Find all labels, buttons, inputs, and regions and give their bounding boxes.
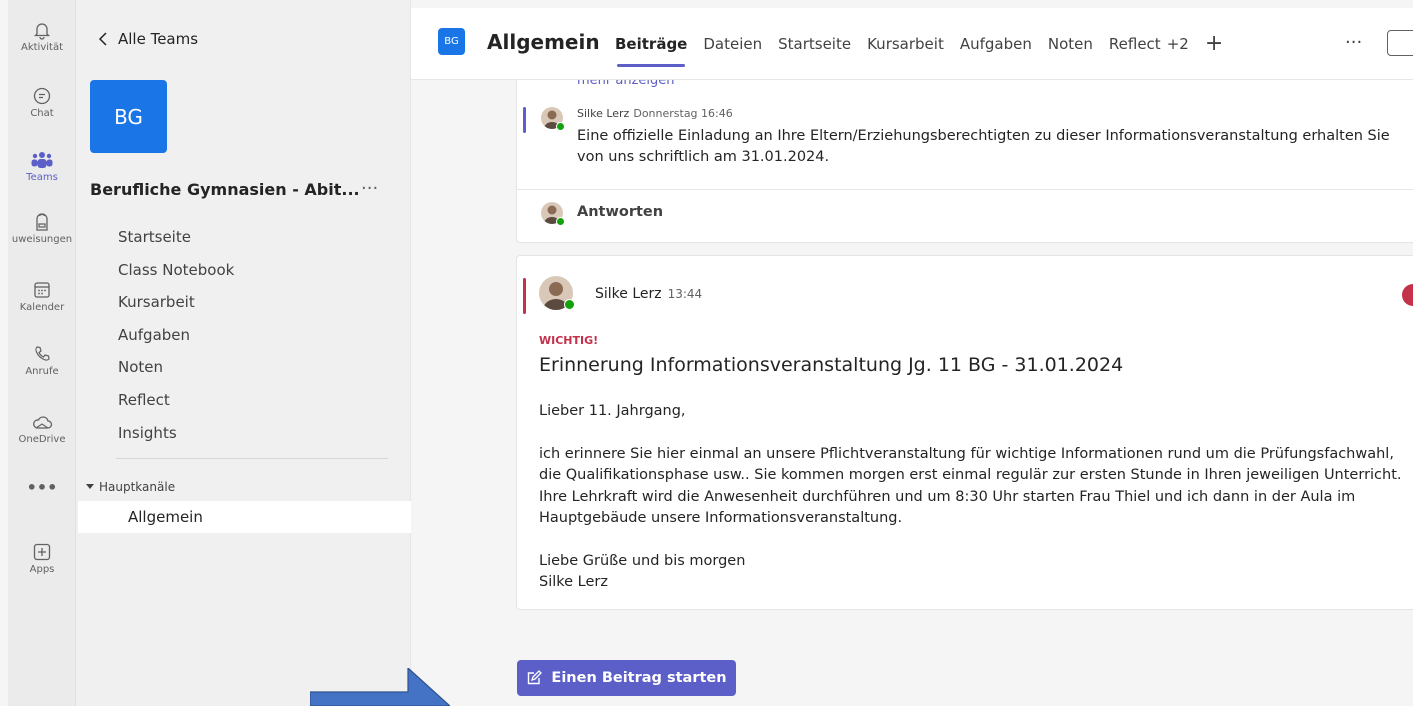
post-text: ich erinnere Sie hier einmal an unsere P… xyxy=(539,445,1402,527)
tab-reflect[interactable]: Reflect xyxy=(1109,35,1161,53)
team-more-button[interactable]: ··· xyxy=(361,178,378,199)
tab-aufgaben[interactable]: Aufgaben xyxy=(960,35,1032,53)
reply-accent-bar xyxy=(523,107,526,133)
cloud-icon xyxy=(33,416,53,429)
tab-noten[interactable]: Noten xyxy=(1048,35,1093,53)
post-card: Silke Lerz 13:44 WICHTIG! Erinnerung Info… xyxy=(516,255,1413,610)
rail-assignments-label: uweisungen xyxy=(11,234,73,245)
backpack-icon xyxy=(36,213,48,231)
important-flag: WICHTIG! xyxy=(539,334,599,347)
rail-more[interactable]: ••• xyxy=(8,478,76,497)
show-more-link[interactable]: mehr anzeigen xyxy=(577,80,675,88)
rail-calendar-label: Kalender xyxy=(19,302,65,313)
rail-onedrive[interactable]: OneDrive xyxy=(8,414,76,445)
post-body: Lieber 11. Jahrgang, ich erinnere Sie hi… xyxy=(539,401,1409,594)
add-apps-icon xyxy=(33,543,51,561)
presence-badge xyxy=(556,217,565,226)
rail-calls-label: Anrufe xyxy=(25,366,59,377)
rail-teams-label: Teams xyxy=(26,172,58,183)
channel-header: BG Allgemein Beiträge Dateien Startseite… xyxy=(411,8,1413,80)
rail-teams[interactable]: Teams xyxy=(8,150,76,183)
post-time: 13:44 xyxy=(667,287,703,301)
back-to-all-teams[interactable]: Alle Teams xyxy=(98,30,198,48)
channel-allgemein[interactable]: Allgemein xyxy=(78,501,411,533)
team-nav: Startseite Class Notebook Kursarbeit Auf… xyxy=(118,226,234,454)
add-tab-icon[interactable]: + xyxy=(1205,33,1223,55)
channels-header[interactable]: Hauptkanäle xyxy=(86,480,175,494)
reaction-badge[interactable] xyxy=(1402,284,1413,306)
rail-apps-label: Apps xyxy=(29,564,55,575)
annotation-arrow-icon xyxy=(310,668,450,706)
post-author: Silke Lerz 13:44 xyxy=(595,286,702,302)
teams-icon xyxy=(31,152,53,168)
header-more-button[interactable]: ··· xyxy=(1345,32,1362,53)
channel-tabs: Beiträge Dateien Startseite Kursarbeit A… xyxy=(615,33,1223,67)
team-nav-class-notebook[interactable]: Class Notebook xyxy=(118,259,234,292)
rail-activity[interactable]: Aktivität xyxy=(8,20,76,53)
compose-icon xyxy=(528,670,543,685)
presence-badge xyxy=(556,122,565,131)
team-name: Berufliche Gymnasien - Abit... xyxy=(90,180,360,199)
divider xyxy=(517,189,1413,190)
post-feed: mehr anzeigen Silke Lerz Donnerstag 16:46… xyxy=(411,80,1413,610)
team-nav-kursarbeit[interactable]: Kursarbeit xyxy=(118,291,234,324)
post-signature: Silke Lerz xyxy=(539,574,608,590)
tab-kursarbeit[interactable]: Kursarbeit xyxy=(867,35,944,53)
team-pane: Alle Teams BG Berufliche Gymnasien - Abi… xyxy=(76,0,411,706)
phone-icon xyxy=(35,346,50,361)
team-avatar: BG xyxy=(90,80,167,153)
start-post-label: Einen Beitrag starten xyxy=(551,670,727,686)
post-title: Erinnerung Informationsveranstaltung Jg.… xyxy=(539,354,1124,376)
post-greeting: Lieber 11. Jahrgang, xyxy=(539,403,686,419)
bell-icon xyxy=(33,23,51,40)
team-nav-reflect[interactable]: Reflect xyxy=(118,389,234,422)
rail-chat-label: Chat xyxy=(30,108,54,119)
tab-overflow[interactable]: +2 xyxy=(1167,35,1189,53)
reply-time: Donnerstag 16:46 xyxy=(633,107,733,120)
tab-startseite[interactable]: Startseite xyxy=(778,35,851,53)
main-area: BG Allgemein Beiträge Dateien Startseite… xyxy=(411,0,1413,706)
rail-chat[interactable]: Chat xyxy=(8,86,76,119)
app-rail: Aktivität Chat Teams uweisungen Kalender… xyxy=(8,0,76,706)
tab-beitraege[interactable]: Beiträge xyxy=(615,35,687,67)
rail-calendar[interactable]: Kalender xyxy=(8,280,76,313)
divider xyxy=(116,458,388,459)
reply-button[interactable]: Antworten xyxy=(577,204,663,220)
thread-card: mehr anzeigen Silke Lerz Donnerstag 16:46… xyxy=(516,80,1413,243)
team-nav-startseite[interactable]: Startseite xyxy=(118,226,234,259)
channel-avatar: BG xyxy=(438,28,465,55)
reply-text: Eine offizielle Einladung an Ihre Eltern… xyxy=(577,128,1390,165)
team-nav-aufgaben[interactable]: Aufgaben xyxy=(118,324,234,357)
more-icon: ••• xyxy=(26,478,58,497)
rail-onedrive-label: OneDrive xyxy=(18,434,66,445)
chevron-left-icon xyxy=(98,32,107,46)
important-accent-bar xyxy=(523,278,526,314)
post-author-name: Silke Lerz xyxy=(595,286,662,302)
team-nav-insights[interactable]: Insights xyxy=(118,422,234,455)
start-post-button[interactable]: Einen Beitrag starten xyxy=(517,660,736,696)
channel-title: Allgemein xyxy=(487,30,600,54)
caret-down-icon xyxy=(86,484,94,489)
rail-activity-label: Aktivität xyxy=(21,42,63,53)
post-closing: Liebe Grüße und bis morgen xyxy=(539,552,746,569)
back-label: Alle Teams xyxy=(118,30,199,48)
rail-apps[interactable]: Apps xyxy=(8,542,76,575)
meet-button[interactable] xyxy=(1387,30,1413,56)
channels-label: Hauptkanäle xyxy=(99,480,176,494)
reply-author-name: Silke Lerz xyxy=(577,107,630,120)
tab-dateien[interactable]: Dateien xyxy=(703,35,762,53)
calendar-icon xyxy=(34,282,50,298)
rail-calls[interactable]: Anrufe xyxy=(8,344,76,377)
reply-author: Silke Lerz Donnerstag 16:46 xyxy=(577,107,733,120)
rail-assignments[interactable]: uweisungen xyxy=(8,212,76,245)
chat-icon xyxy=(33,87,51,105)
presence-badge xyxy=(564,299,575,310)
team-nav-noten[interactable]: Noten xyxy=(118,356,234,389)
